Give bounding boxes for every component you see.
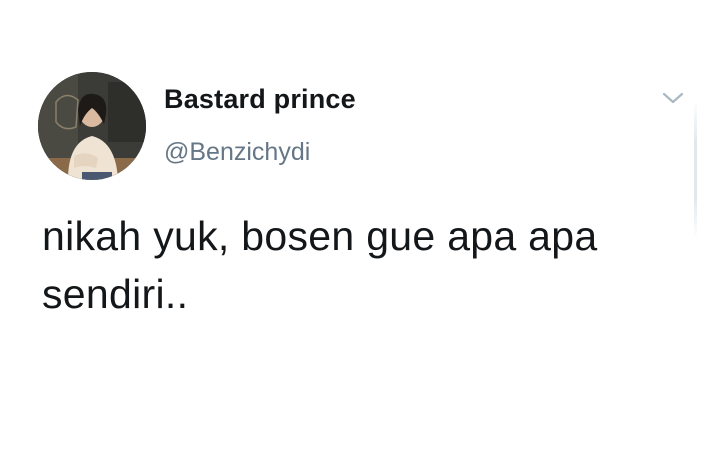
avatar-image <box>38 72 146 180</box>
chevron-down-icon[interactable] <box>660 88 686 108</box>
tweet-card: Bastard prince @Benzichydi nikah yuk, bo… <box>0 0 720 456</box>
tweet-text: nikah yuk, bosen gue apa apa sendiri.. <box>42 213 598 317</box>
display-name[interactable]: Bastard prince <box>164 84 356 115</box>
scroll-divider <box>694 100 697 240</box>
avatar[interactable] <box>38 72 146 180</box>
user-handle[interactable]: @Benzichydi <box>164 138 310 167</box>
